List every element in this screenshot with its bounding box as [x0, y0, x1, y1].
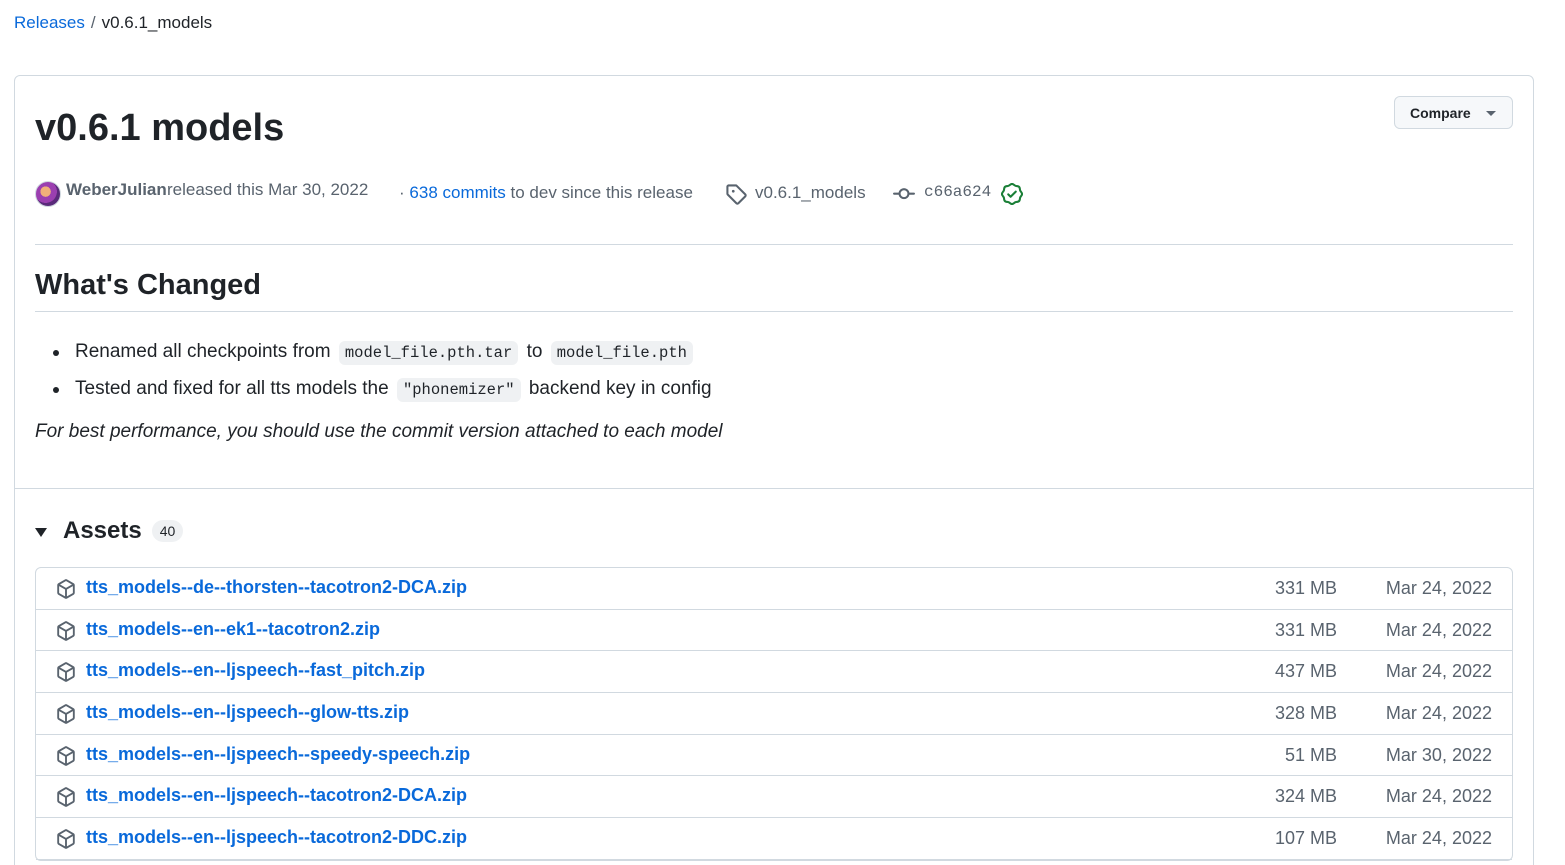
release-title: v0.6.1 models: [35, 107, 285, 149]
code-inline: model_file.pth: [550, 341, 693, 365]
breadcrumb-separator: /: [90, 13, 96, 32]
asset-download-link[interactable]: tts_models--en--ljspeech--fast_pitch.zip: [86, 660, 425, 681]
assets-list: tts_models--de--thorsten--tacotron2-DCA.…: [35, 567, 1513, 861]
asset-date: Mar 24, 2022: [1385, 828, 1492, 849]
asset-date: Mar 24, 2022: [1385, 661, 1492, 682]
commit-sha-link[interactable]: c66a624: [924, 183, 991, 201]
code-inline: model_file.pth.tar: [338, 341, 519, 365]
asset-download-link[interactable]: tts_models--de--thorsten--tacotron2-DCA.…: [86, 577, 467, 598]
asset-download-link[interactable]: tts_models--en--ljspeech--tacotron2-DCA.…: [86, 785, 467, 806]
asset-download-link[interactable]: tts_models--en--ljspeech--speedy-speech.…: [86, 744, 470, 765]
performance-note: For best performance, you should use the…: [35, 421, 723, 442]
assets-title: Assets: [63, 517, 142, 544]
released-text: released this Mar 30, 2022: [167, 180, 369, 199]
divider: [35, 244, 1513, 245]
asset-date: Mar 24, 2022: [1385, 786, 1492, 807]
compare-button[interactable]: Compare: [1394, 96, 1513, 129]
package-icon: [56, 829, 76, 854]
asset-size: 437 MB: [1274, 661, 1337, 682]
asset-download-link[interactable]: tts_models--en--ljspeech--tacotron2-DDC.…: [86, 827, 467, 848]
commits-info: · 638 commits to dev since this release: [399, 183, 693, 203]
asset-size: 328 MB: [1274, 703, 1337, 724]
assets-count-badge: 40: [151, 520, 184, 542]
asset-date: Mar 24, 2022: [1385, 619, 1492, 640]
commits-link[interactable]: 638 commits: [409, 183, 505, 202]
tag-icon: [725, 183, 747, 210]
asset-date: Mar 24, 2022: [1385, 703, 1492, 724]
breadcrumb: Releases / v0.6.1_models: [14, 12, 212, 34]
asset-size: 324 MB: [1274, 786, 1337, 807]
code-inline: "phonemizer": [396, 378, 521, 402]
divider: [35, 311, 1513, 312]
asset-date: Mar 24, 2022: [1385, 578, 1492, 598]
whats-changed-heading: What's Changed: [35, 269, 262, 301]
item-text: Renamed all checkpoints from: [75, 341, 331, 362]
package-icon: [56, 579, 76, 604]
item-text: to: [526, 341, 543, 362]
package-icon: [56, 745, 76, 771]
breadcrumb-current: v0.6.1_models: [101, 13, 213, 32]
package-icon: [56, 704, 76, 729]
assets-toggle[interactable]: Assets 40: [35, 516, 184, 546]
breadcrumb-releases-link[interactable]: Releases: [14, 13, 85, 32]
commits-prefix: ·: [399, 183, 405, 202]
asset-row: tts_models--en--ljspeech--glow-tts.zip 32…: [36, 693, 1512, 735]
asset-date: Mar 30, 2022: [1385, 744, 1492, 765]
release-meta: WeberJulian released this Mar 30, 2022 ·…: [35, 178, 1495, 207]
asset-size: 331 MB: [1274, 578, 1337, 598]
commits-suffix: to dev since this release: [510, 183, 693, 202]
tag-link[interactable]: v0.6.1_models: [755, 183, 866, 203]
asset-size: 51 MB: [1284, 744, 1337, 765]
asset-size: 107 MB: [1274, 828, 1337, 849]
asset-row: tts_models--en--ljspeech--tacotron2-DDC.…: [36, 818, 1512, 860]
verified-check-icon[interactable]: [1001, 183, 1023, 210]
compare-button-label: Compare: [1410, 104, 1471, 121]
triangle-down-icon: [35, 527, 47, 537]
release-card: v0.6.1 models Compare WeberJulian releas…: [14, 75, 1534, 865]
item-text: Tested and fixed for all tts models the: [75, 378, 389, 399]
divider: [15, 488, 1533, 489]
asset-size: 331 MB: [1274, 619, 1337, 640]
asset-download-link[interactable]: tts_models--en--ek1--tacotron2.zip: [86, 619, 380, 640]
asset-row: tts_models--en--ljspeech--tacotron2-DCA.…: [36, 776, 1512, 819]
list-item: Renamed all checkpoints from model_file.…: [53, 334, 712, 371]
asset-row: tts_models--de--thorsten--tacotron2-DCA.…: [36, 568, 1512, 610]
package-icon: [56, 620, 76, 646]
git-commit-icon: [893, 183, 915, 210]
asset-row: tts_models--en--ek1--tacotron2.zip 331 MB…: [36, 610, 1512, 652]
package-icon: [56, 787, 76, 812]
list-item: Tested and fixed for all tts models the …: [53, 371, 712, 408]
asset-download-link[interactable]: tts_models--en--ljspeech--glow-tts.zip: [86, 702, 409, 723]
changes-list: Renamed all checkpoints from model_file.…: [53, 334, 712, 408]
author-link[interactable]: WeberJulian: [66, 180, 167, 200]
avatar[interactable]: [35, 181, 61, 207]
package-icon: [56, 662, 76, 687]
asset-row: tts_models--en--ljspeech--speedy-speech.…: [36, 735, 1512, 777]
item-text: backend key in config: [528, 378, 712, 399]
chevron-down-icon: [1486, 111, 1496, 116]
asset-row: tts_models--en--ljspeech--fast_pitch.zip…: [36, 651, 1512, 694]
